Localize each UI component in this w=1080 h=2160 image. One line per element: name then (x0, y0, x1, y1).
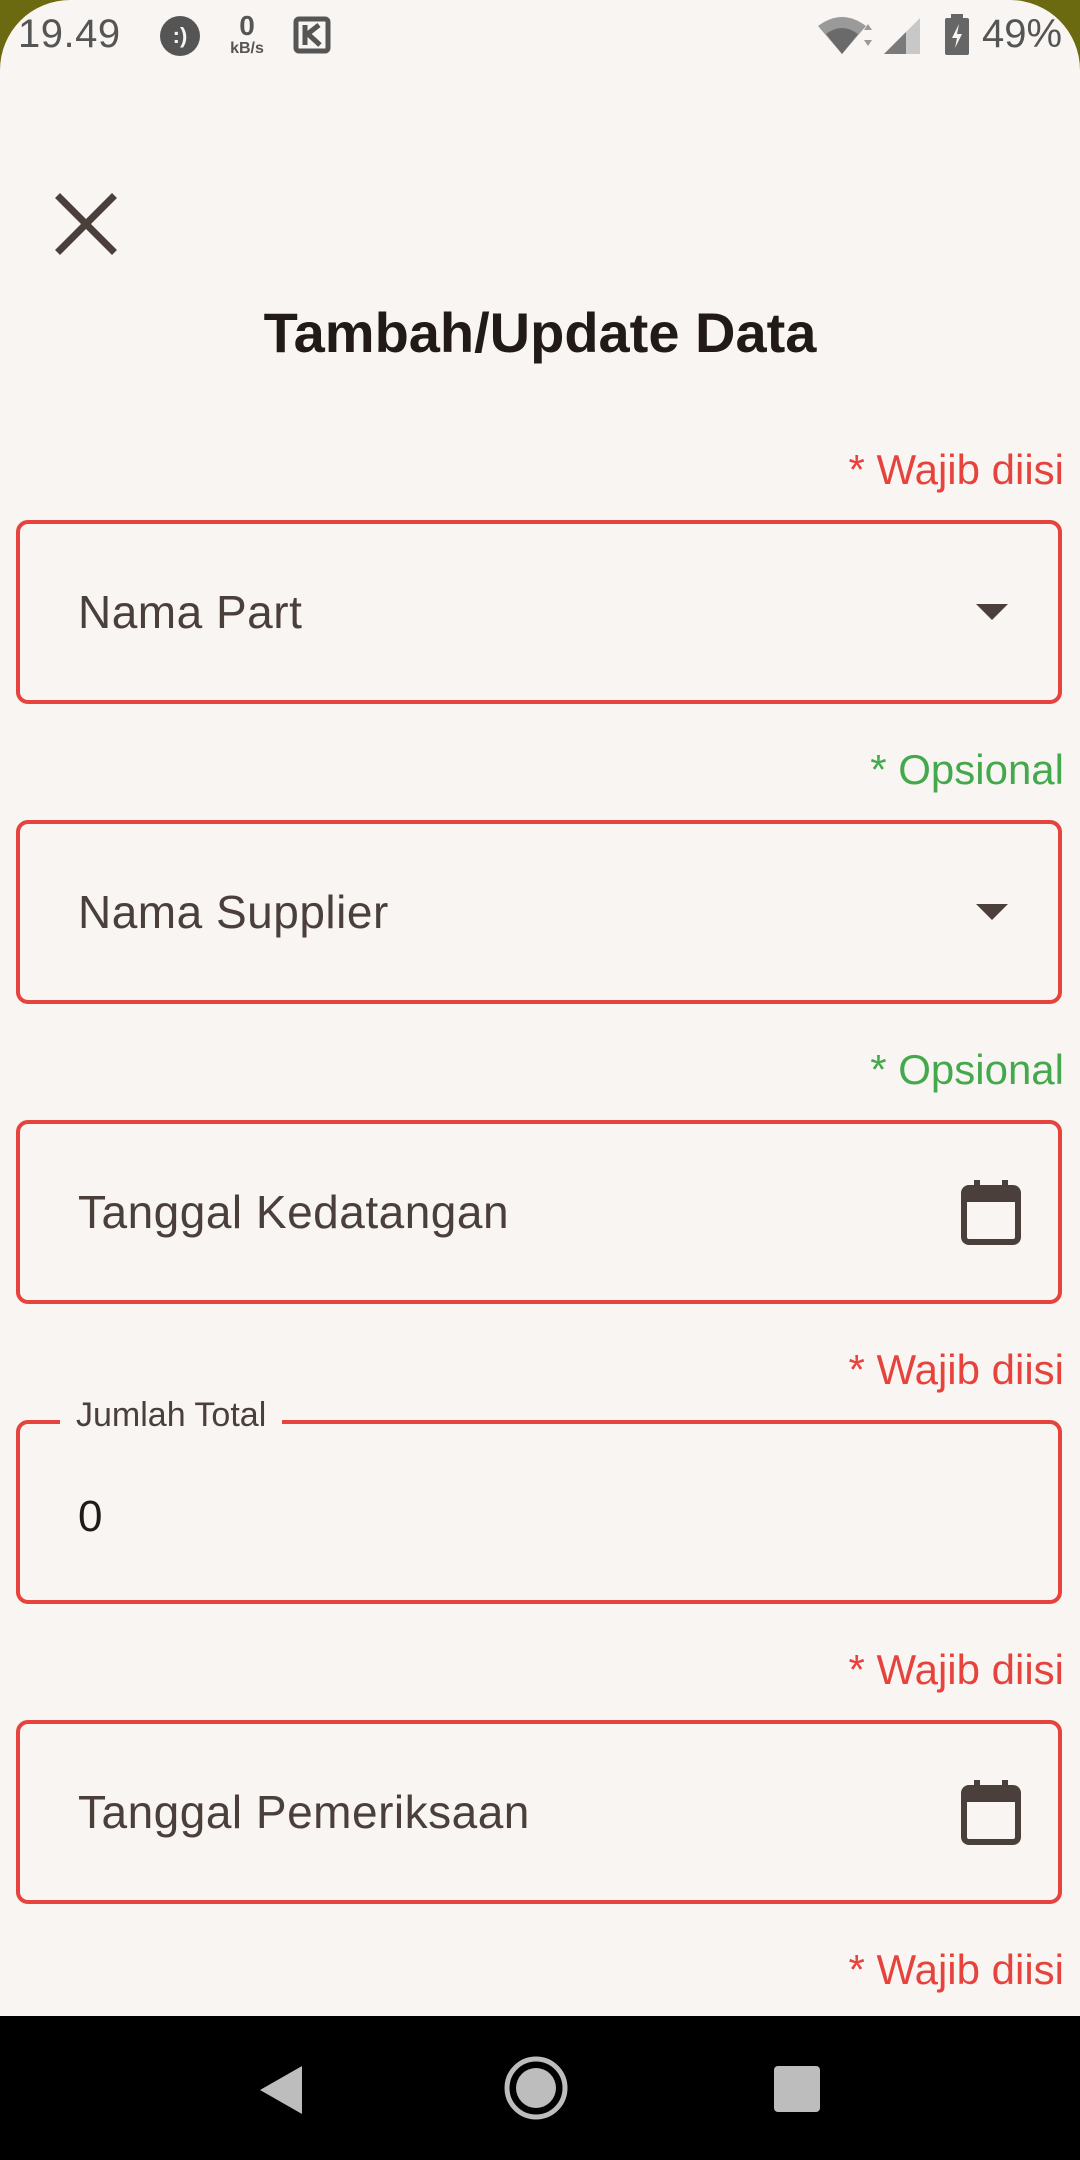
wifi-icon (818, 17, 872, 54)
required-indicator: * Wajib diisi (848, 1346, 1065, 1393)
back-icon[interactable] (256, 2064, 304, 2116)
navigation-bar (0, 2016, 1080, 2160)
status-bar: 19.49 :) 0 kB/s 49% (0, 0, 1080, 70)
status-time: 19.49 (18, 12, 121, 56)
network-speed-value: 0 (239, 10, 255, 41)
calendar-icon[interactable] (960, 1178, 1022, 1246)
calendar-icon[interactable] (960, 1778, 1022, 1846)
k-app-icon (293, 16, 331, 54)
tanggal-kedatangan-field[interactable]: Tanggal Kedatangan (16, 1120, 1062, 1304)
tanggal-pemeriksaan-label: Tanggal Pemeriksaan (78, 1786, 530, 1838)
chat-bubble-icon: :) (160, 16, 200, 56)
network-speed: 0 kB/s (222, 12, 272, 58)
nama-part-dropdown[interactable]: Nama Part (16, 520, 1062, 704)
tanggal-pemeriksaan-field[interactable]: Tanggal Pemeriksaan (16, 1720, 1062, 1904)
recents-icon[interactable] (774, 2066, 820, 2112)
tanggal-kedatangan-label: Tanggal Kedatangan (78, 1186, 510, 1238)
required-indicator: * Wajib diisi (848, 446, 1065, 493)
dropdown-arrow-icon[interactable] (976, 604, 1008, 620)
nama-supplier-dropdown[interactable]: Nama Supplier (16, 820, 1062, 1004)
battery-icon (945, 14, 969, 55)
required-indicator: * Wajib diisi (848, 1946, 1065, 1993)
home-icon[interactable] (504, 2056, 568, 2120)
signal-icon (884, 18, 920, 54)
jumlah-total-label: Jumlah Total (60, 1396, 283, 1435)
nama-part-label: Nama Part (78, 586, 303, 638)
close-icon[interactable] (52, 190, 120, 258)
battery-percent: 49% (982, 12, 1063, 56)
jumlah-total-value[interactable]: 0 (78, 1492, 102, 1542)
dropdown-arrow-icon[interactable] (976, 904, 1008, 920)
network-speed-unit: kB/s (230, 40, 264, 57)
optional-indicator: * Opsional (870, 1046, 1064, 1093)
jumlah-total-input[interactable]: Jumlah Total 0 (16, 1396, 1062, 1604)
page-title: Tambah/Update Data (263, 301, 817, 364)
nama-supplier-label: Nama Supplier (78, 886, 389, 938)
required-indicator: * Wajib diisi (848, 1646, 1065, 1693)
optional-indicator: * Opsional (870, 746, 1064, 793)
